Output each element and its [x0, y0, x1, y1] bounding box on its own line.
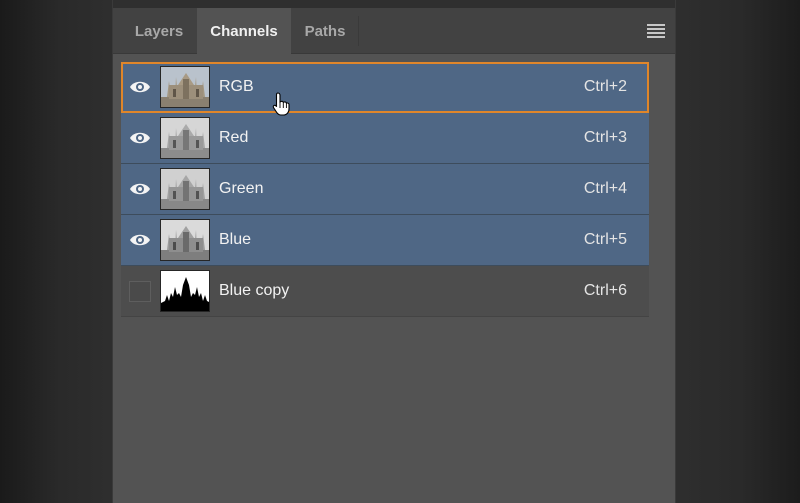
- channel-name: Red: [219, 129, 249, 146]
- eye-icon[interactable]: [129, 181, 151, 197]
- channel-shortcut: Ctrl+3: [583, 129, 627, 146]
- visibility-toggle-empty[interactable]: [129, 281, 151, 302]
- hamburger-menu-icon[interactable]: [647, 24, 665, 38]
- tab-paths[interactable]: Paths: [291, 8, 359, 54]
- eye-icon[interactable]: [129, 232, 151, 248]
- channel-name: Blue copy: [219, 282, 290, 299]
- channel-shortcut: Ctrl+4: [583, 180, 627, 197]
- channel-row-blue[interactable]: Blue Ctrl+5: [121, 215, 649, 266]
- eye-icon[interactable]: [129, 130, 151, 146]
- channel-shortcut: Ctrl+2: [583, 78, 627, 95]
- channel-name: RGB: [219, 78, 254, 95]
- panel-tab-bar: Layers Channels Paths: [113, 8, 675, 54]
- eye-icon[interactable]: [129, 79, 151, 95]
- channel-shortcut: Ctrl+6: [583, 282, 627, 299]
- channel-thumbnail-blue: [160, 219, 210, 261]
- hand-pointer-cursor-icon: [272, 92, 290, 116]
- channel-name: Blue: [219, 231, 252, 248]
- tab-layers[interactable]: Layers: [121, 8, 197, 54]
- panel-top-bar: [113, 0, 675, 8]
- channels-list: RGB Ctrl+2 Red Ctrl+3 Green Ctrl+4 Blue …: [121, 62, 649, 317]
- channel-thumbnail-blue-copy: [160, 270, 210, 312]
- tab-channels[interactable]: Channels: [197, 8, 291, 54]
- channels-panel: Layers Channels Paths RGB Ctrl+2 Red Ctr…: [112, 0, 676, 503]
- channel-shortcut: Ctrl+5: [583, 231, 627, 248]
- channel-name: Green: [219, 180, 264, 197]
- channel-row-rgb[interactable]: RGB Ctrl+2: [121, 62, 649, 113]
- channel-thumbnail-red: [160, 117, 210, 159]
- channel-row-red[interactable]: Red Ctrl+3: [121, 113, 649, 164]
- channel-thumbnail-rgb: [160, 66, 210, 108]
- channel-row-green[interactable]: Green Ctrl+4: [121, 164, 649, 215]
- channel-thumbnail-green: [160, 168, 210, 210]
- channel-row-blue-copy[interactable]: Blue copy Ctrl+6: [121, 266, 649, 317]
